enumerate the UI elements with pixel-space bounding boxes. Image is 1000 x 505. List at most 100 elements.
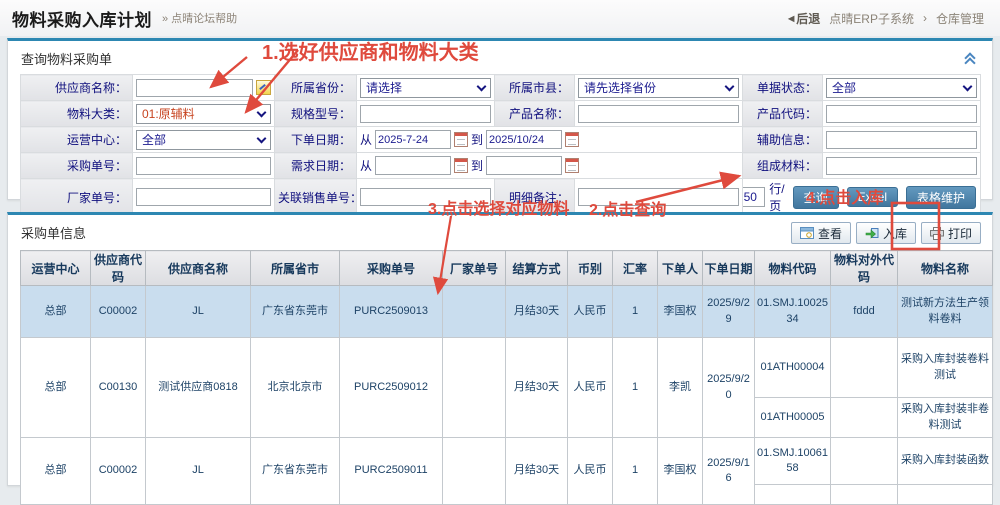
- demand-date-to-input[interactable]: [486, 156, 562, 175]
- table-cell[interactable]: 采购入库封装函数: [898, 438, 993, 485]
- table-cell[interactable]: 月结30天: [506, 338, 568, 438]
- table-cell[interactable]: 1: [613, 438, 658, 505]
- po-no-input[interactable]: [136, 157, 271, 175]
- table-cell[interactable]: 总部: [21, 338, 91, 438]
- table-cell[interactable]: [443, 286, 506, 338]
- table-cell[interactable]: [443, 338, 506, 438]
- po-table-header-row: 运营中心 供应商代码 供应商名称 所属省市 采购单号 厂家单号 结算方式 币别 …: [21, 251, 993, 286]
- table-cell[interactable]: 总部: [21, 438, 91, 505]
- to-label: 到: [471, 131, 483, 148]
- table-cell[interactable]: 01ATH00005: [755, 398, 831, 438]
- table-cell[interactable]: 广东省东莞市: [251, 438, 340, 505]
- supplier-name-input[interactable]: [136, 79, 253, 97]
- col-settlement: 结算方式: [506, 251, 568, 286]
- table-cell[interactable]: 01ATH00004: [755, 338, 831, 398]
- picker-icon[interactable]: [256, 80, 271, 95]
- table-cell[interactable]: [831, 338, 898, 398]
- table-cell[interactable]: 2025/9/16: [703, 438, 755, 505]
- field-label-city: 所属市县：: [495, 75, 575, 101]
- order-date-from-input[interactable]: [375, 130, 451, 149]
- table-cell[interactable]: 人民币: [568, 438, 613, 505]
- rows-per-page-input[interactable]: [743, 187, 766, 207]
- table-cell[interactable]: 人民币: [568, 338, 613, 438]
- province-select[interactable]: 请选择: [360, 78, 491, 98]
- table-cell[interactable]: 测试供应商0818: [146, 338, 251, 438]
- table-cell[interactable]: 月结30天: [506, 286, 568, 338]
- table-cell[interactable]: PURC2509012: [340, 338, 443, 438]
- table-cell[interactable]: 采购入库封装非卷料测试: [898, 398, 993, 438]
- table-cell[interactable]: 李凯: [658, 338, 703, 438]
- table-cell[interactable]: PURC2509011: [340, 438, 443, 505]
- table-cell[interactable]: JL: [146, 438, 251, 505]
- table-cell[interactable]: fddd: [831, 286, 898, 338]
- table-cell[interactable]: 李国权: [658, 438, 703, 505]
- view-button-label: 查看: [818, 225, 842, 242]
- table-cell[interactable]: [443, 438, 506, 505]
- breadcrumb-module[interactable]: 仓库管理: [936, 10, 984, 27]
- table-cell[interactable]: 1: [613, 338, 658, 438]
- table-cell[interactable]: 01.SMJ.1006158: [755, 438, 831, 485]
- field-label-material: 组成材料：: [743, 153, 823, 179]
- table-cell[interactable]: C00002: [91, 286, 146, 338]
- field-label-order-date: 下单日期：: [275, 127, 357, 153]
- product-name-input[interactable]: [578, 105, 739, 123]
- order-date-to-input[interactable]: [486, 130, 562, 149]
- city-select-value: 请先选择省份: [584, 79, 656, 96]
- city-select[interactable]: 请先选择省份: [578, 78, 739, 98]
- calendar-icon[interactable]: [454, 132, 468, 147]
- table-cell[interactable]: 李国权: [658, 286, 703, 338]
- annotation-step1: 1.选好供应商和物料大类: [262, 36, 479, 65]
- table-cell[interactable]: 广东省东莞市: [251, 286, 340, 338]
- table-cell[interactable]: 2025/9/29: [703, 286, 755, 338]
- view-button[interactable]: 查看: [791, 222, 851, 244]
- table-cell[interactable]: 01.SMJ.1002534: [755, 286, 831, 338]
- table-cell[interactable]: JL: [146, 286, 251, 338]
- table-cell[interactable]: 2025/9/20: [703, 338, 755, 438]
- table-cell[interactable]: 总部: [21, 286, 91, 338]
- chevron-down-icon: [725, 82, 735, 92]
- product-code-input[interactable]: [826, 105, 977, 123]
- po-row[interactable]: 总部 C00002 JL 广东省东莞市 PURC2509011 月结30天 人民…: [21, 438, 993, 485]
- back-link[interactable]: ◀后退: [788, 10, 820, 27]
- table-cell[interactable]: [755, 485, 831, 505]
- table-cell[interactable]: 测试新方法生产领料卷料: [898, 286, 993, 338]
- table-cell[interactable]: C00130: [91, 338, 146, 438]
- demand-date-from-input[interactable]: [375, 156, 451, 175]
- inbound-button-label: 入库: [883, 225, 907, 242]
- print-button[interactable]: 打印: [921, 222, 981, 244]
- po-row-selected[interactable]: 总部 C00002 JL 广东省东莞市 PURC2509013 月结30天 人民…: [21, 286, 993, 338]
- top-bar: 物料采购入库计划 » 点晴论坛帮助 ◀后退 点晴ERP子系统 › 仓库管理: [0, 0, 1000, 36]
- op-center-select[interactable]: 全部: [136, 130, 271, 150]
- table-cell[interactable]: [831, 398, 898, 438]
- spec-input[interactable]: [360, 105, 491, 123]
- field-label-status: 单据状态：: [743, 75, 823, 101]
- table-cell[interactable]: [831, 485, 898, 505]
- table-cell[interactable]: 人民币: [568, 286, 613, 338]
- table-cell[interactable]: 月结30天: [506, 438, 568, 505]
- calendar-icon[interactable]: [454, 158, 468, 173]
- material-category-select[interactable]: 01:原辅料: [136, 104, 271, 124]
- breadcrumb-system[interactable]: 点晴ERP子系统: [829, 10, 914, 27]
- po-row[interactable]: 总部 C00130 测试供应商0818 北京北京市 PURC2509012 月结…: [21, 338, 993, 398]
- calendar-icon[interactable]: [565, 158, 579, 173]
- field-label-product-name: 产品名称：: [495, 101, 575, 127]
- table-cell[interactable]: 1: [613, 286, 658, 338]
- material-input[interactable]: [826, 157, 977, 175]
- table-cell[interactable]: [831, 438, 898, 485]
- table-cell[interactable]: [898, 485, 993, 505]
- field-label-category: 物料大类：: [21, 101, 133, 127]
- table-cell[interactable]: C00002: [91, 438, 146, 505]
- field-label-supplier: 供应商名称：: [21, 75, 133, 101]
- collapse-icon[interactable]: [966, 54, 974, 67]
- table-cell[interactable]: PURC2509013: [340, 286, 443, 338]
- calendar-icon[interactable]: [565, 132, 579, 147]
- forum-help-link[interactable]: » 点晴论坛帮助: [162, 10, 237, 26]
- factory-no-input[interactable]: [136, 188, 271, 206]
- table-cell[interactable]: 北京北京市: [251, 338, 340, 438]
- aux-info-input[interactable]: [826, 131, 977, 149]
- status-select[interactable]: 全部: [826, 78, 977, 98]
- inbound-button[interactable]: 入库: [856, 222, 916, 244]
- table-maintain-button[interactable]: 表格维护: [906, 186, 976, 209]
- table-cell[interactable]: 采购入库封装卷料测试: [898, 338, 993, 398]
- col-order-date: 下单日期: [703, 251, 755, 286]
